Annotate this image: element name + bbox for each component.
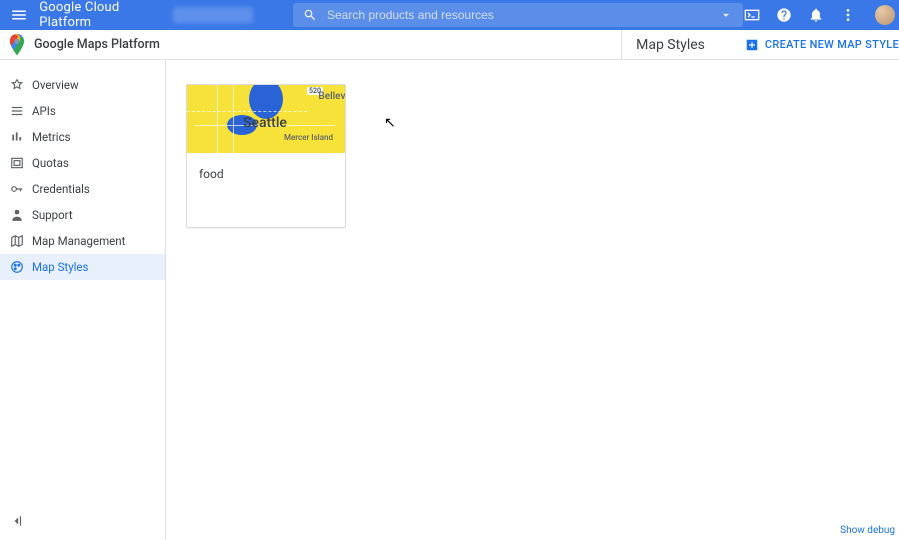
show-debug-link[interactable]: Show debug <box>840 525 895 536</box>
apis-icon <box>10 104 32 118</box>
more-vert-icon[interactable] <box>839 6 857 24</box>
create-new-map-style-button[interactable]: CREATE NEW MAP STYLE <box>745 38 899 52</box>
sidebar-item-label: APIs <box>32 104 56 118</box>
page-title: Map Styles <box>636 37 705 53</box>
sidebar-item-support[interactable]: Support <box>0 202 165 228</box>
sidebar-item-label: Map Styles <box>32 260 88 274</box>
sidebar-item-metrics[interactable]: Metrics <box>0 124 165 150</box>
sidebar-item-overview[interactable]: Overview <box>0 72 165 98</box>
main-content: 520 Seattle Bellevu Mercer Island food <box>166 60 899 540</box>
support-icon <box>10 208 32 222</box>
credentials-icon <box>10 182 32 196</box>
sidebar-item-label: Overview <box>32 78 79 92</box>
product-name: Google Maps Platform <box>34 37 160 52</box>
sidebar-item-map-styles[interactable]: Map Styles <box>0 254 165 280</box>
search-box[interactable] <box>293 3 743 27</box>
notifications-icon[interactable] <box>807 6 825 24</box>
map-bellevue-label: Bellevu <box>318 91 345 102</box>
quotas-icon <box>10 156 32 170</box>
map-styles-icon <box>10 260 32 274</box>
search-input[interactable] <box>327 8 719 22</box>
map-style-name: food <box>199 167 224 181</box>
sidebar-item-apis[interactable]: APIs <box>0 98 165 124</box>
sidebar-item-label: Quotas <box>32 156 69 170</box>
hamburger-menu-icon[interactable] <box>8 3 29 27</box>
map-management-icon <box>10 234 32 248</box>
create-button-label: CREATE NEW MAP STYLE <box>765 38 899 51</box>
sidebar-item-credentials[interactable]: Credentials <box>0 176 165 202</box>
project-selector[interactable] <box>173 7 253 23</box>
top-bar: Google Cloud Platform <box>0 0 899 30</box>
maps-logo-icon <box>0 34 34 56</box>
sidebar: Overview APIs Metrics Quotas Credentials… <box>0 60 166 540</box>
cloud-shell-icon[interactable] <box>743 6 761 24</box>
sidebar-item-label: Support <box>32 208 73 222</box>
sidebar-item-map-management[interactable]: Map Management <box>0 228 165 254</box>
topbar-right-icons <box>743 5 891 25</box>
sidebar-item-label: Credentials <box>32 182 90 196</box>
platform-name: Google Cloud Platform <box>39 0 159 30</box>
metrics-icon <box>10 130 32 144</box>
map-mercer-label: Mercer Island <box>284 133 333 142</box>
overview-icon <box>10 78 32 92</box>
map-seattle-label: Seattle <box>243 115 287 131</box>
chevron-down-icon[interactable] <box>719 8 733 22</box>
sub-header: Google Maps Platform Map Styles CREATE N… <box>0 30 899 60</box>
map-style-thumbnail: 520 Seattle Bellevu Mercer Island <box>187 85 345 153</box>
sidebar-item-label: Metrics <box>32 130 71 144</box>
sidebar-item-label: Map Management <box>32 234 125 248</box>
map-style-card[interactable]: 520 Seattle Bellevu Mercer Island food <box>186 84 346 228</box>
search-icon <box>303 8 317 22</box>
search-wrap <box>293 3 743 27</box>
collapse-sidebar-button[interactable] <box>10 514 24 532</box>
help-icon[interactable] <box>775 6 793 24</box>
sidebar-item-quotas[interactable]: Quotas <box>0 150 165 176</box>
avatar[interactable] <box>875 5 895 25</box>
